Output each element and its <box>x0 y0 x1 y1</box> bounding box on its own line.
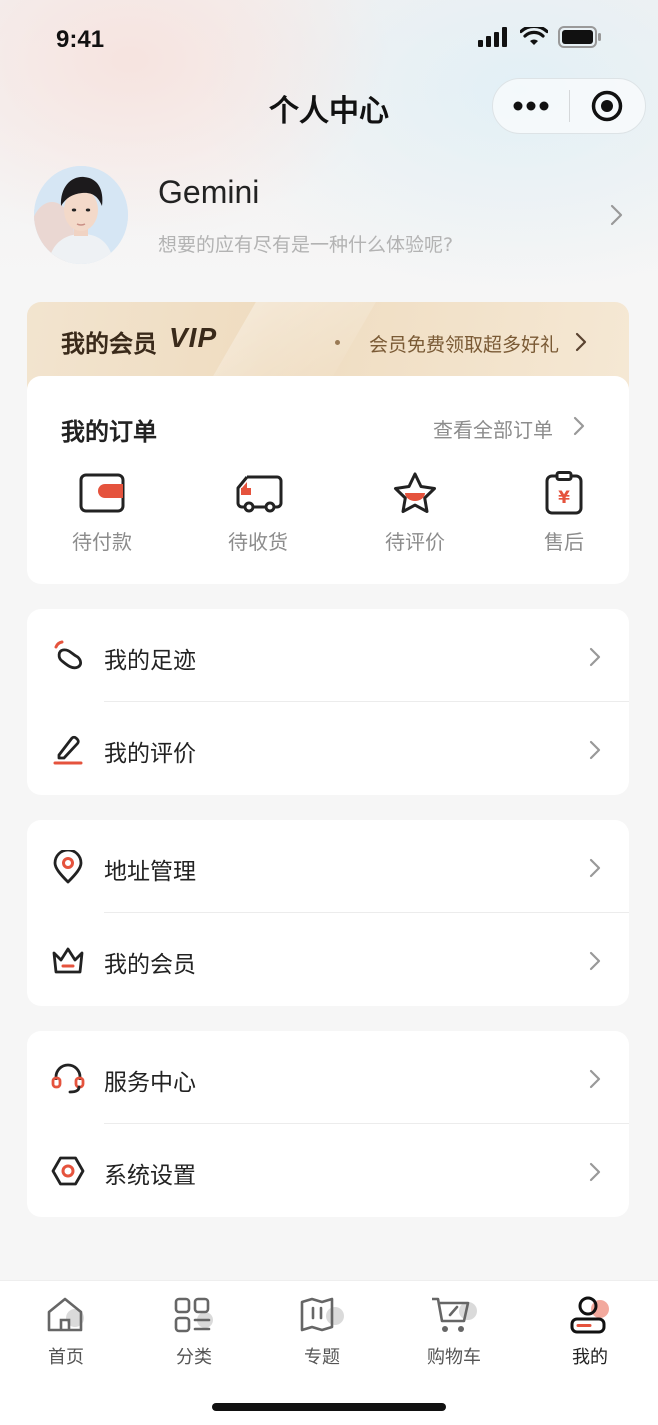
tab-cart[interactable]: 购物车 <box>404 1293 504 1369</box>
menu-item-settings[interactable]: 系统设置 <box>27 1124 629 1217</box>
chevron-right-icon <box>589 858 601 878</box>
star-icon <box>394 472 436 513</box>
tab-home[interactable]: 首页 <box>16 1293 116 1369</box>
menu-label: 我的评价 <box>104 741 196 767</box>
tab-profile[interactable]: 我的 <box>540 1293 640 1369</box>
order-pending-payment[interactable]: 待付款 <box>42 470 162 555</box>
order-label: 待付款 <box>72 530 132 554</box>
chevron-right-icon <box>589 1069 601 1089</box>
tab-label: 分类 <box>176 1347 212 1368</box>
order-after-sales[interactable]: ¥ 售后 <box>504 470 624 555</box>
menu-item-footprint[interactable]: 我的足迹 <box>27 609 629 702</box>
status-icons <box>478 26 602 48</box>
profile-slogan: 想要的应有尽有是一种什么体验呢? <box>158 234 454 256</box>
menu-group-support: 服务中心 系统设置 <box>27 1031 629 1217</box>
chevron-right-icon <box>589 1162 601 1182</box>
headset-icon <box>51 1063 85 1094</box>
tab-label: 专题 <box>304 1347 340 1368</box>
avatar[interactable] <box>34 166 128 264</box>
category-icon <box>174 1297 213 1333</box>
wallet-icon <box>79 473 125 513</box>
avatar-portrait <box>34 166 128 264</box>
home-icon <box>47 1297 84 1332</box>
orders-card: 我的订单 查看全部订单 待付款 待收货 待评价 ¥ 售后 <box>27 376 629 584</box>
tab-label: 购物车 <box>427 1347 481 1368</box>
menu-label: 我的足迹 <box>104 648 196 674</box>
chevron-right-icon <box>589 740 601 760</box>
username: Gemini <box>158 174 260 210</box>
wifi-icon <box>520 27 548 45</box>
tab-label: 首页 <box>48 1347 84 1368</box>
location-icon <box>53 850 83 884</box>
menu-group-account: 地址管理 我的会员 <box>27 820 629 1006</box>
vip-promo-text: 会员免费领取超多好礼 <box>368 334 559 356</box>
signal-icon <box>478 27 507 47</box>
order-label: 待收货 <box>228 530 288 554</box>
menu-item-reviews[interactable]: 我的评价 <box>27 702 629 795</box>
menu-group-activity: 我的足迹 我的评价 <box>27 609 629 795</box>
pen-icon <box>53 735 83 765</box>
menu-label: 地址管理 <box>104 859 196 885</box>
tab-category[interactable]: 分类 <box>144 1293 244 1369</box>
more-icon <box>513 101 549 111</box>
vip-title: 我的会员 <box>61 330 157 358</box>
menu-label: 我的会员 <box>104 952 196 978</box>
menu-label: 服务中心 <box>104 1070 196 1096</box>
topic-icon <box>300 1297 344 1332</box>
close-button[interactable] <box>570 78 646 134</box>
bullet-dot <box>335 340 340 345</box>
home-indicator[interactable] <box>212 1403 446 1411</box>
menu-item-address[interactable]: 地址管理 <box>27 820 629 913</box>
menu-label: 系统设置 <box>104 1163 196 1189</box>
order-label: 待评价 <box>385 530 445 554</box>
user-icon <box>570 1296 609 1334</box>
menu-item-service-center[interactable]: 服务中心 <box>27 1031 629 1124</box>
chevron-right-icon <box>575 332 587 352</box>
truck-icon <box>236 475 283 513</box>
orders-title: 我的订单 <box>61 418 157 446</box>
chevron-right-icon <box>589 647 601 667</box>
order-label: 售后 <box>544 530 584 554</box>
view-all-orders-link[interactable]: 查看全部订单 <box>433 414 553 443</box>
chevron-right-icon <box>589 951 601 971</box>
status-time: 9:41 <box>56 26 105 53</box>
chevron-right-icon <box>573 416 585 436</box>
vip-badge: VIP <box>169 322 218 353</box>
miniprogram-capsule <box>492 78 646 134</box>
chevron-right-icon <box>610 204 623 226</box>
receipt-icon: ¥ <box>545 471 583 515</box>
battery-icon <box>558 26 601 48</box>
order-pending-receipt[interactable]: 待收货 <box>198 470 318 555</box>
status-bar: 9:41 <box>0 0 658 78</box>
profile-section[interactable]: Gemini 想要的应有尽有是一种什么体验呢? <box>34 166 624 266</box>
svg-text:¥: ¥ <box>558 488 570 508</box>
footprint-icon <box>54 640 83 670</box>
target-icon <box>592 90 623 122</box>
settings-icon <box>51 1156 85 1186</box>
menu-item-membership[interactable]: 我的会员 <box>27 913 629 1006</box>
crown-icon <box>52 947 84 974</box>
order-pending-review[interactable]: 待评价 <box>355 470 475 555</box>
tab-label: 我的 <box>572 1347 608 1368</box>
cart-icon <box>432 1297 477 1332</box>
tab-topics[interactable]: 专题 <box>272 1293 372 1369</box>
more-button[interactable] <box>493 78 569 134</box>
